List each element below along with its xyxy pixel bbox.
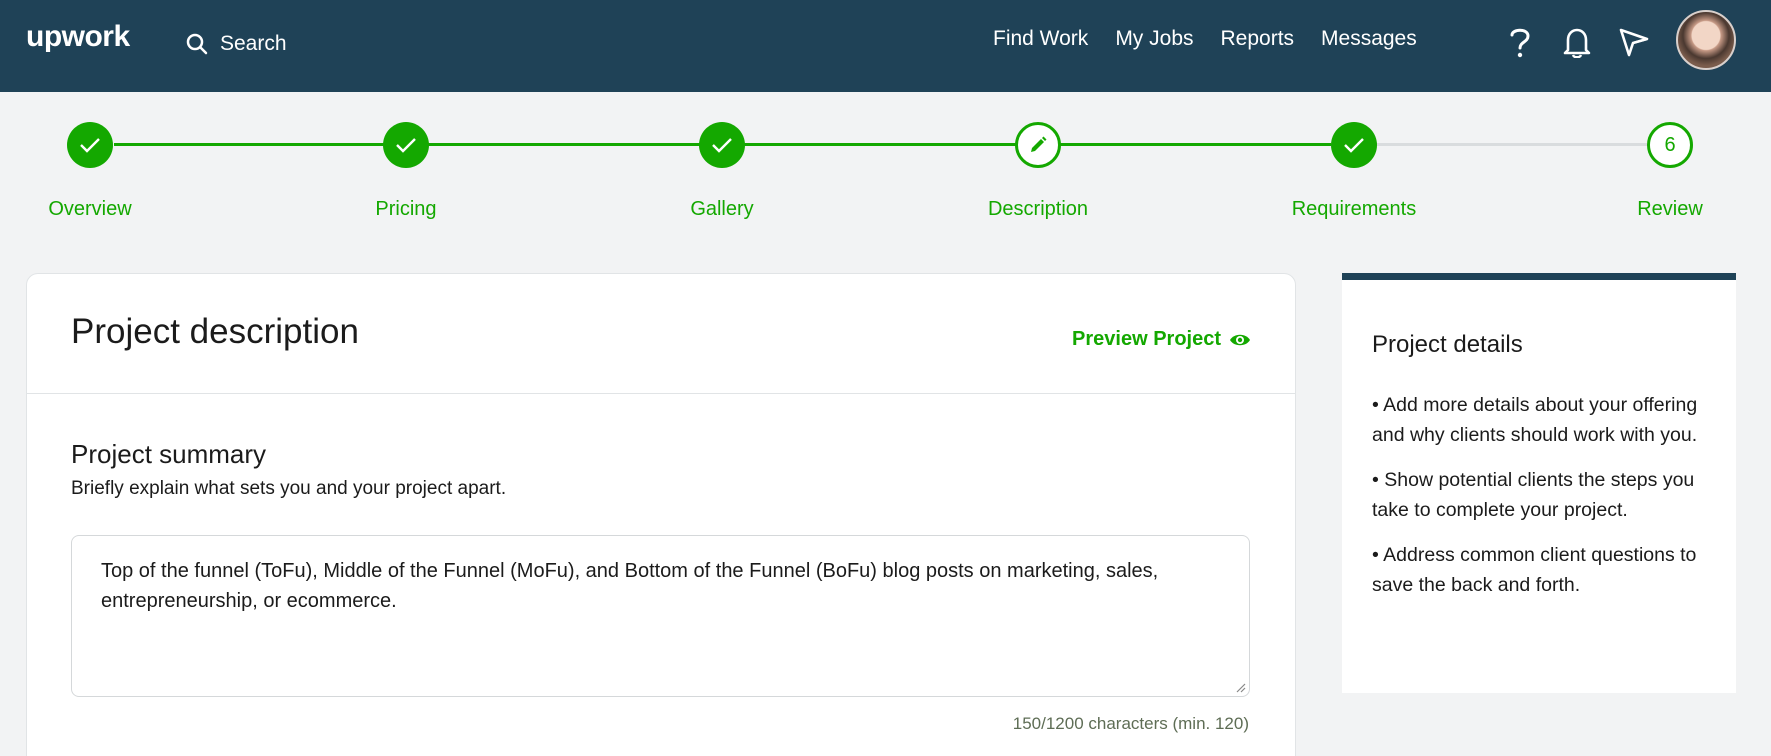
step-label-requirements[interactable]: Requirements bbox=[1254, 198, 1454, 221]
step-label-gallery[interactable]: Gallery bbox=[622, 198, 822, 221]
step-label-pricing[interactable]: Pricing bbox=[306, 198, 506, 221]
bell-icon[interactable] bbox=[1557, 22, 1597, 62]
project-description-card: Project description Preview Project Proj… bbox=[26, 273, 1296, 756]
step-review-number: 6 bbox=[1664, 133, 1676, 156]
project-details-heading: Project details bbox=[1372, 331, 1523, 358]
search-label: Search bbox=[220, 32, 287, 55]
step-description-circle[interactable] bbox=[1015, 122, 1061, 168]
top-navigation-bar: upwork Search Find Work My Jobs Reports … bbox=[0, 0, 1771, 92]
project-summary-heading: Project summary bbox=[71, 439, 267, 469]
user-avatar[interactable] bbox=[1676, 10, 1736, 70]
eye-icon bbox=[1230, 334, 1250, 345]
nav-messages[interactable]: Messages bbox=[1321, 24, 1417, 54]
resize-handle-icon[interactable] bbox=[1234, 681, 1246, 693]
step-pricing-circle[interactable] bbox=[383, 122, 429, 168]
nav-find-work[interactable]: Find Work bbox=[993, 24, 1088, 54]
step-gallery-circle[interactable] bbox=[699, 122, 745, 168]
pencil-icon bbox=[1031, 136, 1047, 152]
preview-project-link[interactable]: Preview Project bbox=[1072, 328, 1251, 351]
step-overview-circle[interactable] bbox=[67, 122, 113, 168]
check-icon bbox=[80, 138, 100, 153]
project-summary-textarea[interactable]: Top of the funnel (ToFu), Middle of the … bbox=[71, 535, 1250, 697]
send-icon[interactable] bbox=[1614, 22, 1654, 62]
help-icon[interactable] bbox=[1500, 22, 1540, 62]
search-icon bbox=[186, 33, 208, 55]
preview-project-label: Preview Project bbox=[1072, 328, 1221, 350]
nav-reports[interactable]: Reports bbox=[1221, 24, 1295, 54]
character-counter: 150/1200 characters (min. 120) bbox=[1012, 714, 1249, 733]
page-title: Project description bbox=[71, 312, 359, 351]
step-label-overview[interactable]: Overview bbox=[0, 198, 190, 221]
upwork-logo[interactable]: upwork bbox=[26, 20, 130, 54]
project-details-panel: Project details • Add more details about… bbox=[1342, 273, 1736, 693]
step-requirements-circle[interactable] bbox=[1331, 122, 1377, 168]
step-review-circle[interactable]: 6 bbox=[1647, 122, 1693, 168]
search-button[interactable]: Search bbox=[186, 24, 287, 64]
nav-my-jobs[interactable]: My Jobs bbox=[1115, 24, 1193, 54]
check-icon bbox=[712, 138, 732, 153]
step-label-description[interactable]: Description bbox=[938, 198, 1138, 221]
main-nav: Find Work My Jobs Reports Messages bbox=[993, 24, 1444, 54]
tip-item: • Add more details about your offering a… bbox=[1372, 394, 1698, 446]
card-divider bbox=[27, 393, 1295, 394]
tip-item: • Address common client questions to sav… bbox=[1372, 544, 1697, 596]
project-details-tips: • Add more details about your offering a… bbox=[1372, 390, 1717, 615]
step-label-review[interactable]: Review bbox=[1570, 198, 1770, 221]
stepper-track-remaining bbox=[1331, 143, 1647, 146]
project-summary-value: Top of the funnel (ToFu), Middle of the … bbox=[101, 560, 1159, 612]
check-icon bbox=[1344, 138, 1364, 153]
tip-item: • Show potential clients the steps you t… bbox=[1372, 469, 1695, 521]
project-summary-hint: Briefly explain what sets you and your p… bbox=[71, 478, 507, 499]
check-icon bbox=[396, 138, 416, 153]
